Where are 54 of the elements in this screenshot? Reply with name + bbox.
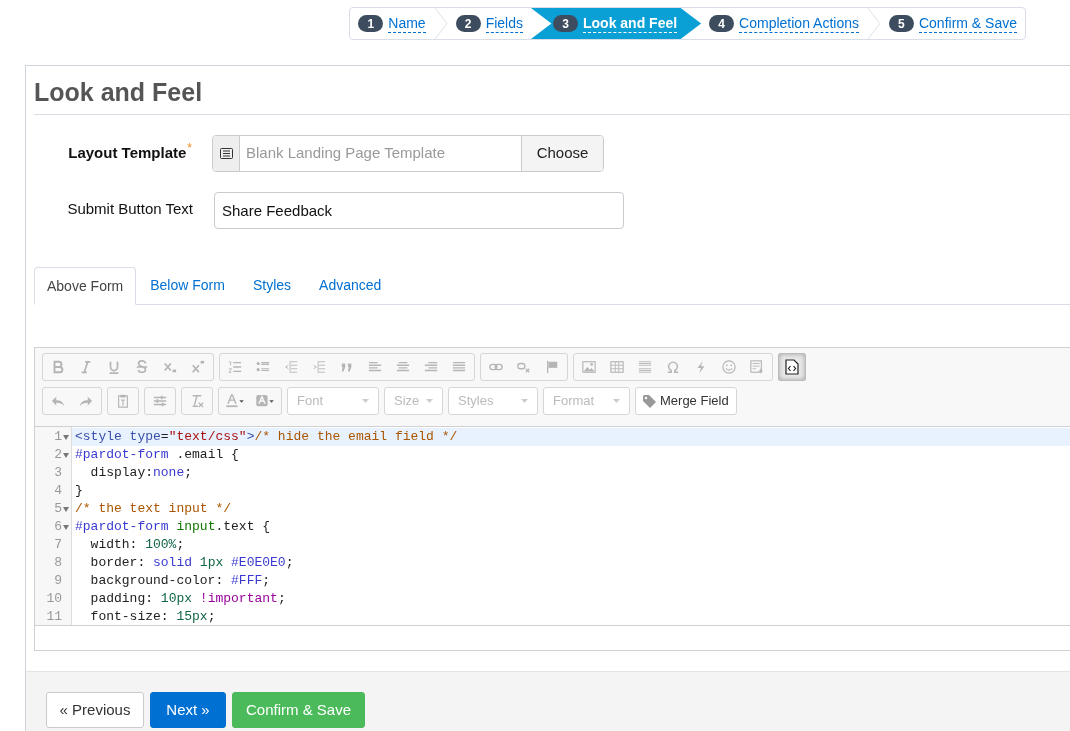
caret-icon xyxy=(362,399,369,403)
field-label: Layout Template xyxy=(68,143,187,163)
code-line: /* the text input */ xyxy=(74,500,233,518)
tag-icon xyxy=(643,394,656,408)
line-number: 8 xyxy=(54,554,62,572)
wizard-step[interactable]: 1 Name xyxy=(350,8,434,39)
fold-arrow-icon[interactable] xyxy=(63,506,69,512)
line-number: 2 xyxy=(54,446,62,464)
line-number: 4 xyxy=(54,482,62,500)
text-color-icon[interactable] xyxy=(224,394,246,408)
editor-tab[interactable]: Above Form xyxy=(34,267,137,305)
line-number: 11 xyxy=(46,608,62,625)
wizard-step[interactable]: 2 Fields xyxy=(447,8,531,39)
page-title: Look and Feel xyxy=(34,77,203,108)
field-label: Submit Button Text xyxy=(67,199,193,219)
code-line: display:none; xyxy=(89,464,194,482)
code-line: #pardot-form input.text { xyxy=(74,518,272,536)
line-number: 9 xyxy=(54,572,62,590)
wizard-step[interactable]: 5 Confirm & Save xyxy=(880,8,1025,39)
caret-icon xyxy=(613,399,620,403)
footer-button[interactable]: Next » xyxy=(150,692,226,728)
required-asterisk: * xyxy=(187,142,192,157)
code-line: font-size: 15px; xyxy=(89,608,217,625)
line-number: 7 xyxy=(54,536,62,554)
code-line: width: 100%; xyxy=(89,536,186,554)
choose-button[interactable]: Choose xyxy=(521,136,603,171)
line-number: 1 xyxy=(54,428,62,446)
code-file-icon xyxy=(785,359,799,375)
footer-button[interactable]: « Previous xyxy=(46,692,144,728)
editor-tab[interactable]: Styles xyxy=(238,266,306,304)
fold-arrow-icon[interactable] xyxy=(63,524,69,530)
code-line: border: solid 1px #E0E0E0; xyxy=(89,554,295,572)
editor-tab[interactable]: Below Form xyxy=(136,266,239,304)
code-line: padding: 10px !important; xyxy=(89,590,287,608)
line-number: 3 xyxy=(54,464,62,482)
caret-icon xyxy=(521,399,528,403)
template-field[interactable]: Blank Landing Page Template Choose xyxy=(212,135,604,172)
merge-field-button[interactable]: Merge Field xyxy=(635,387,737,415)
line-number: 5 xyxy=(54,500,62,518)
list-icon xyxy=(219,148,233,159)
code-line: #pardot-form .email { xyxy=(74,446,240,464)
wizard-step[interactable]: 4 Completion Actions xyxy=(701,8,867,39)
editor-tab[interactable]: Advanced xyxy=(305,266,396,304)
wizard-step[interactable]: 3 Look and Feel xyxy=(531,8,702,39)
background-color-icon[interactable] xyxy=(254,394,276,408)
fold-arrow-icon[interactable] xyxy=(63,434,69,440)
fold-arrow-icon[interactable] xyxy=(63,452,69,458)
line-number: 6 xyxy=(54,518,62,536)
submit-text-field[interactable]: Share Feedback xyxy=(214,192,624,229)
code-line: } xyxy=(74,482,84,500)
source-button[interactable] xyxy=(778,353,806,381)
line-number: 10 xyxy=(46,590,62,608)
code-line: background-color: #FFF; xyxy=(89,572,272,590)
caret-icon xyxy=(426,399,433,403)
